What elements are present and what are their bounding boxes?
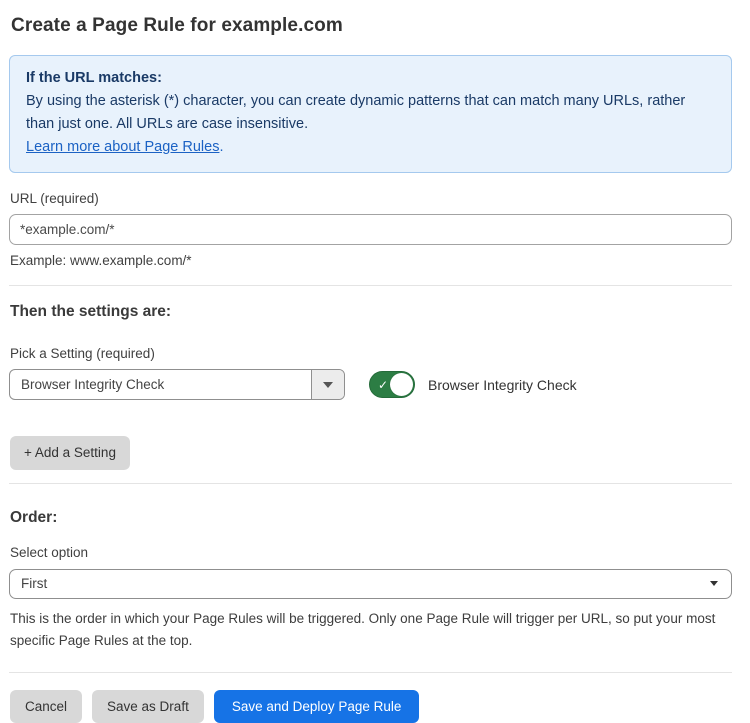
footer-actions: Cancel Save as Draft Save and Deploy Pag…	[10, 690, 732, 723]
separator	[9, 672, 732, 673]
setting-select-arrow-button[interactable]	[311, 370, 344, 399]
separator	[9, 483, 732, 484]
order-section-heading: Order:	[10, 509, 732, 527]
separator	[9, 285, 732, 286]
save-draft-button[interactable]: Save as Draft	[92, 690, 204, 723]
check-icon: ✓	[378, 378, 388, 390]
chevron-down-icon	[323, 382, 333, 388]
save-deploy-button[interactable]: Save and Deploy Page Rule	[214, 690, 420, 723]
page-rule-form: Create a Page Rule for example.com If th…	[0, 0, 750, 723]
toggle-knob	[390, 373, 413, 396]
order-select-label: Select option	[10, 545, 732, 560]
url-match-info-banner: If the URL matches: By using the asteris…	[9, 55, 732, 173]
url-example-helper: Example: www.example.com/*	[10, 253, 732, 268]
order-helper-text: This is the order in which your Page Rul…	[10, 608, 732, 653]
learn-more-link[interactable]: Learn more about Page Rules	[26, 139, 219, 155]
url-field-label: URL (required)	[10, 191, 732, 206]
info-banner-link-line: Learn more about Page Rules.	[26, 136, 715, 159]
cancel-button[interactable]: Cancel	[10, 690, 82, 723]
info-banner-heading: If the URL matches:	[26, 67, 715, 90]
browser-integrity-toggle[interactable]: ✓	[369, 371, 415, 398]
setting-picker-label: Pick a Setting (required)	[10, 346, 732, 361]
order-select-value: First	[21, 576, 47, 591]
page-title: Create a Page Rule for example.com	[11, 15, 732, 37]
url-input[interactable]	[9, 214, 732, 245]
order-select[interactable]: First	[9, 569, 732, 599]
setting-select[interactable]: Browser Integrity Check	[9, 369, 345, 400]
chevron-down-icon	[710, 581, 718, 586]
link-suffix: .	[219, 139, 223, 155]
settings-section-heading: Then the settings are:	[10, 303, 732, 321]
add-setting-button[interactable]: + Add a Setting	[10, 436, 130, 470]
info-banner-body: By using the asterisk (*) character, you…	[26, 90, 715, 136]
setting-select-value: Browser Integrity Check	[10, 370, 311, 399]
toggle-label: Browser Integrity Check	[428, 377, 577, 393]
setting-row: Browser Integrity Check ✓ Browser Integr…	[9, 369, 732, 400]
